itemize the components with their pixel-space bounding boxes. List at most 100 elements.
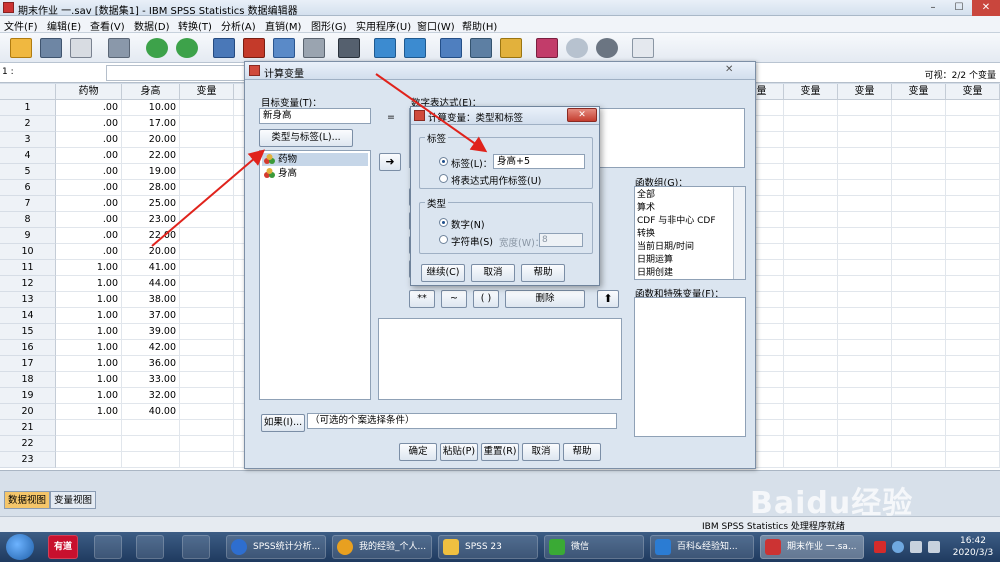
cell-drug[interactable]: 1.00 [56,340,122,356]
cell-empty[interactable] [946,180,1000,196]
cell-height[interactable]: 28.00 [122,180,180,196]
cell-empty[interactable] [180,180,234,196]
split-file-icon[interactable] [440,38,462,58]
move-up-arrow-button[interactable]: ⬆ [597,290,619,308]
string-radio[interactable] [439,235,448,244]
reset-button[interactable]: 重置(R) [481,443,519,461]
taskbar-baike[interactable]: 百科&经验知... [650,535,754,559]
cell-drug[interactable]: .00 [56,116,122,132]
calc-key-not[interactable]: ~ [441,290,467,308]
cell-empty[interactable] [180,148,234,164]
continue-button[interactable]: 继续(C) [421,264,465,282]
cell-empty[interactable] [784,388,838,404]
tab-data-view[interactable]: 数据视图 [4,491,51,509]
cell-empty[interactable] [838,452,892,468]
label-radio[interactable] [439,157,448,166]
cell-height[interactable]: 37.00 [122,308,180,324]
cell-empty[interactable] [892,356,946,372]
goto-variable-icon[interactable] [243,38,265,58]
tab-variable-view[interactable]: 变量视图 [50,491,97,509]
column-header[interactable]: 变量 [180,84,234,100]
calc-key-parentheses[interactable]: ( ) [473,290,499,308]
cell-height[interactable]: 23.00 [122,212,180,228]
cell-empty[interactable] [180,308,234,324]
cell-empty[interactable] [838,308,892,324]
variables-icon[interactable] [273,38,295,58]
cell-empty[interactable] [784,132,838,148]
cell-height[interactable] [122,420,180,436]
cell-height[interactable]: 32.00 [122,388,180,404]
cell-empty[interactable] [838,100,892,116]
use-sets-icon[interactable] [566,38,588,58]
cell-empty[interactable] [784,420,838,436]
label-input[interactable]: 身高+5 [493,154,585,169]
row-number[interactable]: 21 [0,420,56,436]
type-and-label-button[interactable]: 类型与标签(L)... [259,129,353,147]
move-variable-arrow-button[interactable]: ➜ [379,153,401,171]
ok-button[interactable]: 确定 [399,443,437,461]
row-number[interactable]: 11 [0,260,56,276]
close-button[interactable]: ✕ [972,0,1000,16]
taskbar-spss-data-editor[interactable]: 期末作业 一.sa... [760,535,864,559]
numeric-radio[interactable] [439,218,448,227]
cell-empty[interactable] [180,244,234,260]
menu-view[interactable]: 查看(V) [90,18,125,33]
cell-empty[interactable] [180,196,234,212]
cell-empty[interactable] [180,100,234,116]
row-number[interactable]: 4 [0,148,56,164]
cell-height[interactable]: 36.00 [122,356,180,372]
cell-empty[interactable] [784,404,838,420]
function-group-list[interactable]: 全部 算术 CDF 与非中心 CDF 转换 当前日期/时间 日期运算 日期创建 [634,186,746,280]
cell-empty[interactable] [180,116,234,132]
width-input[interactable]: 8 [539,233,583,247]
delete-button[interactable]: 删除 [505,290,585,308]
cell-height[interactable]: 44.00 [122,276,180,292]
cell-empty[interactable] [838,212,892,228]
taskbar-wechat[interactable]: 微信 [544,535,644,559]
goto-case-icon[interactable] [213,38,235,58]
cell-empty[interactable] [838,340,892,356]
cell-height[interactable]: 10.00 [122,100,180,116]
cell-empty[interactable] [946,164,1000,180]
subdialog-help-button[interactable]: 帮助 [521,264,565,282]
cell-empty[interactable] [784,340,838,356]
row-number[interactable]: 19 [0,388,56,404]
cell-empty[interactable] [946,260,1000,276]
cell-drug[interactable]: 1.00 [56,308,122,324]
cell-height[interactable]: 40.00 [122,404,180,420]
cell-empty[interactable] [784,292,838,308]
row-number[interactable]: 16 [0,340,56,356]
cell-empty[interactable] [180,420,234,436]
input-method-icon[interactable] [874,541,886,553]
taskbar-app[interactable] [136,535,164,559]
cell-drug[interactable]: .00 [56,228,122,244]
cell-empty[interactable] [784,148,838,164]
use-expression-radio[interactable] [439,174,448,183]
open-icon[interactable] [10,38,32,58]
cell-drug[interactable]: .00 [56,244,122,260]
function-group-scrollbar[interactable] [733,187,745,279]
column-header[interactable]: 药物 [56,84,122,100]
cell-empty[interactable] [784,244,838,260]
row-number[interactable]: 23 [0,452,56,468]
row-number[interactable]: 1 [0,100,56,116]
cell-empty[interactable] [946,404,1000,420]
row-number[interactable]: 7 [0,196,56,212]
cell-drug[interactable]: 1.00 [56,324,122,340]
cell-empty[interactable] [180,228,234,244]
cell-empty[interactable] [892,116,946,132]
cell-height[interactable]: 20.00 [122,132,180,148]
calc-key-power[interactable]: ** [409,290,435,308]
cell-empty[interactable] [784,212,838,228]
cell-height[interactable]: 25.00 [122,196,180,212]
cell-empty[interactable] [892,372,946,388]
function-group-item[interactable]: 日期运算 [637,254,673,266]
menu-window[interactable]: 窗口(W) [417,18,455,33]
cell-empty[interactable] [892,452,946,468]
cell-empty[interactable] [838,324,892,340]
network-icon[interactable] [910,541,922,553]
cell-empty[interactable] [784,116,838,132]
function-group-item[interactable]: CDF 与非中心 CDF [637,215,716,227]
cell-drug[interactable]: 1.00 [56,260,122,276]
cell-empty[interactable] [892,212,946,228]
